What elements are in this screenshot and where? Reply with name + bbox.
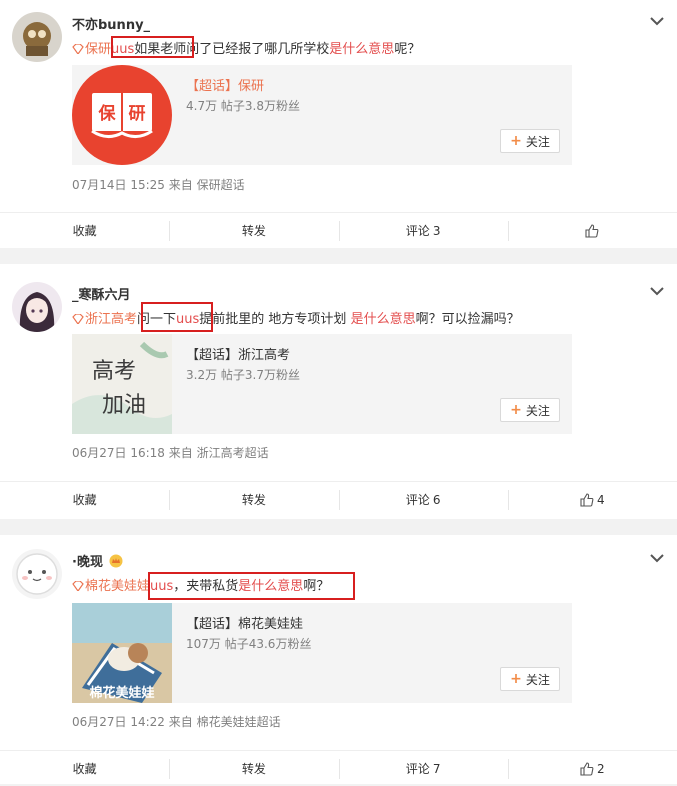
annotation-box: [141, 302, 213, 332]
post-text: 浙江高考问一下uus提前批里的 地方专项计划 是什么意思啊？可以捡漏吗？: [72, 308, 520, 327]
action-bar: 收藏 转发 评论 7 2: [0, 750, 677, 786]
annotation-box: [148, 572, 355, 600]
topic-tag-link[interactable]: 保研: [72, 42, 111, 57]
plus-icon: +: [510, 402, 522, 418]
collect-button[interactable]: 收藏: [0, 213, 169, 248]
topic-card[interactable]: 高考 加油 【超话】浙江高考 3.2万 帖子3.7万粉丝 + 关注: [72, 334, 572, 434]
crown-badge-icon: [109, 554, 123, 568]
comment-button[interactable]: 评论 3: [338, 213, 508, 248]
username[interactable]: 不亦bunny_: [72, 14, 150, 33]
post-meta: 06月27日 16:18 来自 浙江高考超话: [72, 446, 269, 460]
topic-thumbnail: 高考 加油: [72, 334, 172, 434]
user-avatar[interactable]: [12, 12, 62, 62]
follow-button[interactable]: + 关注: [500, 129, 560, 153]
topic-card[interactable]: 保 研 【超话】保研 4.7万 帖子3.8万粉丝 + 关注: [72, 65, 572, 165]
topic-tag-link[interactable]: 棉花美娃娃: [72, 579, 150, 594]
diamond-icon: [72, 314, 84, 324]
svg-text:棉花美娃娃: 棉花美娃娃: [89, 685, 154, 701]
collect-button[interactable]: 收藏: [0, 482, 169, 517]
thumbs-up-icon: [580, 761, 594, 776]
like-count: 2: [597, 761, 605, 776]
chevron-down-icon[interactable]: [649, 284, 665, 298]
comment-button[interactable]: 评论 7: [338, 751, 508, 786]
like-button[interactable]: 2: [507, 751, 677, 786]
action-bar: 收藏 转发 评论 3: [0, 212, 677, 248]
username[interactable]: ·晚现: [72, 551, 123, 570]
weibo-post-card: _寒酥六月 浙江高考问一下uus提前批里的 地方专项计划 是什么意思啊？可以捡漏…: [0, 264, 677, 519]
forward-button[interactable]: 转发: [169, 482, 338, 517]
topic-stats: 4.7万 帖子3.8万粉丝: [186, 99, 300, 113]
user-avatar[interactable]: [12, 549, 62, 599]
like-button[interactable]: 4: [507, 482, 677, 517]
collect-button[interactable]: 收藏: [0, 751, 169, 786]
follow-button[interactable]: + 关注: [500, 398, 560, 422]
user-avatar[interactable]: [12, 282, 62, 332]
action-bar: 收藏 转发 评论 6 4: [0, 481, 677, 517]
annotation-box: [111, 36, 194, 58]
svg-text:高考: 高考: [92, 359, 136, 384]
forward-button[interactable]: 转发: [169, 213, 338, 248]
chevron-down-icon[interactable]: [649, 14, 665, 28]
topic-tag-link[interactable]: 浙江高考: [72, 312, 137, 327]
comment-button[interactable]: 评论 6: [338, 482, 508, 517]
topic-card[interactable]: 棉花美娃娃 【超话】棉花美娃娃 107万 帖子43.6万粉丝 + 关注: [72, 603, 572, 703]
chevron-down-icon[interactable]: [649, 551, 665, 565]
svg-text:研: 研: [129, 104, 146, 124]
forward-button[interactable]: 转发: [169, 751, 338, 786]
thumbs-up-icon: [585, 223, 599, 238]
topic-title[interactable]: 【超话】保研: [186, 75, 264, 94]
weibo-post-card: ·晚现 棉花美娃娃uus，夹带私货是什么意思啊？ 棉花美娃娃 【超话】棉花美娃娃…: [0, 535, 677, 784]
topic-stats: 3.2万 帖子3.7万粉丝: [186, 368, 300, 382]
topic-title[interactable]: 【超话】棉花美娃娃: [186, 613, 303, 632]
username[interactable]: _寒酥六月: [72, 284, 131, 303]
plus-icon: +: [510, 133, 522, 149]
topic-thumbnail: 保 研: [72, 65, 172, 165]
follow-button[interactable]: + 关注: [500, 667, 560, 691]
svg-text:保: 保: [98, 103, 117, 124]
weibo-post-card: 不亦bunny_ 保研uus如果老师问了已经报了哪几所学校是什么意思呢？ 保 研…: [0, 0, 677, 248]
like-count: 4: [597, 492, 605, 507]
post-meta: 06月27日 14:22 来自 棉花美娃娃超话: [72, 715, 281, 729]
thumbs-up-icon: [580, 492, 594, 507]
diamond-icon: [72, 44, 84, 54]
topic-stats: 107万 帖子43.6万粉丝: [186, 637, 312, 651]
topic-thumbnail: 棉花美娃娃: [72, 603, 172, 703]
like-button[interactable]: [507, 213, 677, 248]
diamond-icon: [72, 581, 84, 591]
topic-title[interactable]: 【超话】浙江高考: [186, 344, 290, 363]
plus-icon: +: [510, 671, 522, 687]
svg-text:加油: 加油: [102, 393, 146, 418]
post-meta: 07月14日 15:25 来自 保研超话: [72, 178, 245, 192]
